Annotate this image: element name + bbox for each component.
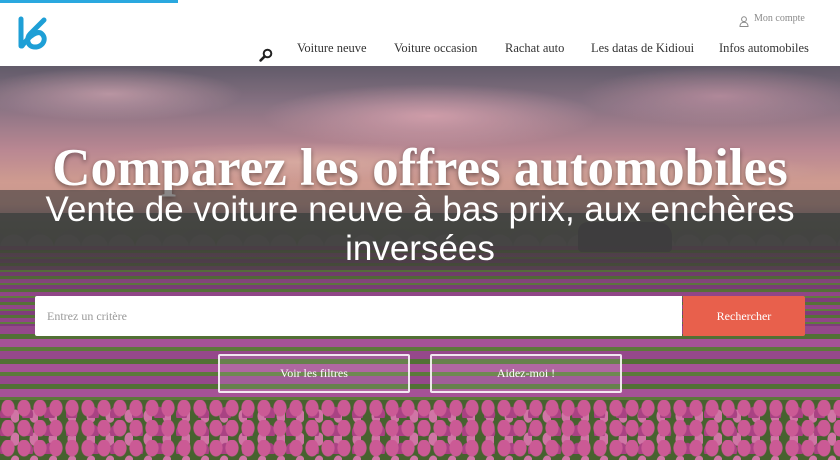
kidioui-logo[interactable] [15,15,51,51]
top-accent-line [0,0,178,3]
search-button[interactable]: Rechercher [683,296,805,336]
nav-datas-kidioui[interactable]: Les datas de Kidioui [591,40,694,56]
site-header [0,0,840,66]
help-button[interactable]: Aidez-moi ! [430,354,622,393]
hero-title: Comparez les offres automobiles [52,139,788,197]
nav-voiture-neuve[interactable]: Voiture neuve [297,40,367,56]
show-filters-button[interactable]: Voir les filtres [218,354,410,393]
caption-text: Vente de voiture neuve à bas prix, aux e… [45,190,795,268]
nav-rachat-auto[interactable]: Rachat auto [505,40,564,56]
nav-voiture-occasion[interactable]: Voiture occasion [394,40,477,56]
account-link[interactable]: Mon compte [754,13,805,25]
nav-infos-automobiles[interactable]: Infos automobiles [719,40,809,56]
search-input[interactable] [35,296,682,336]
user-icon[interactable] [739,14,749,27]
search-icon[interactable] [259,48,273,62]
